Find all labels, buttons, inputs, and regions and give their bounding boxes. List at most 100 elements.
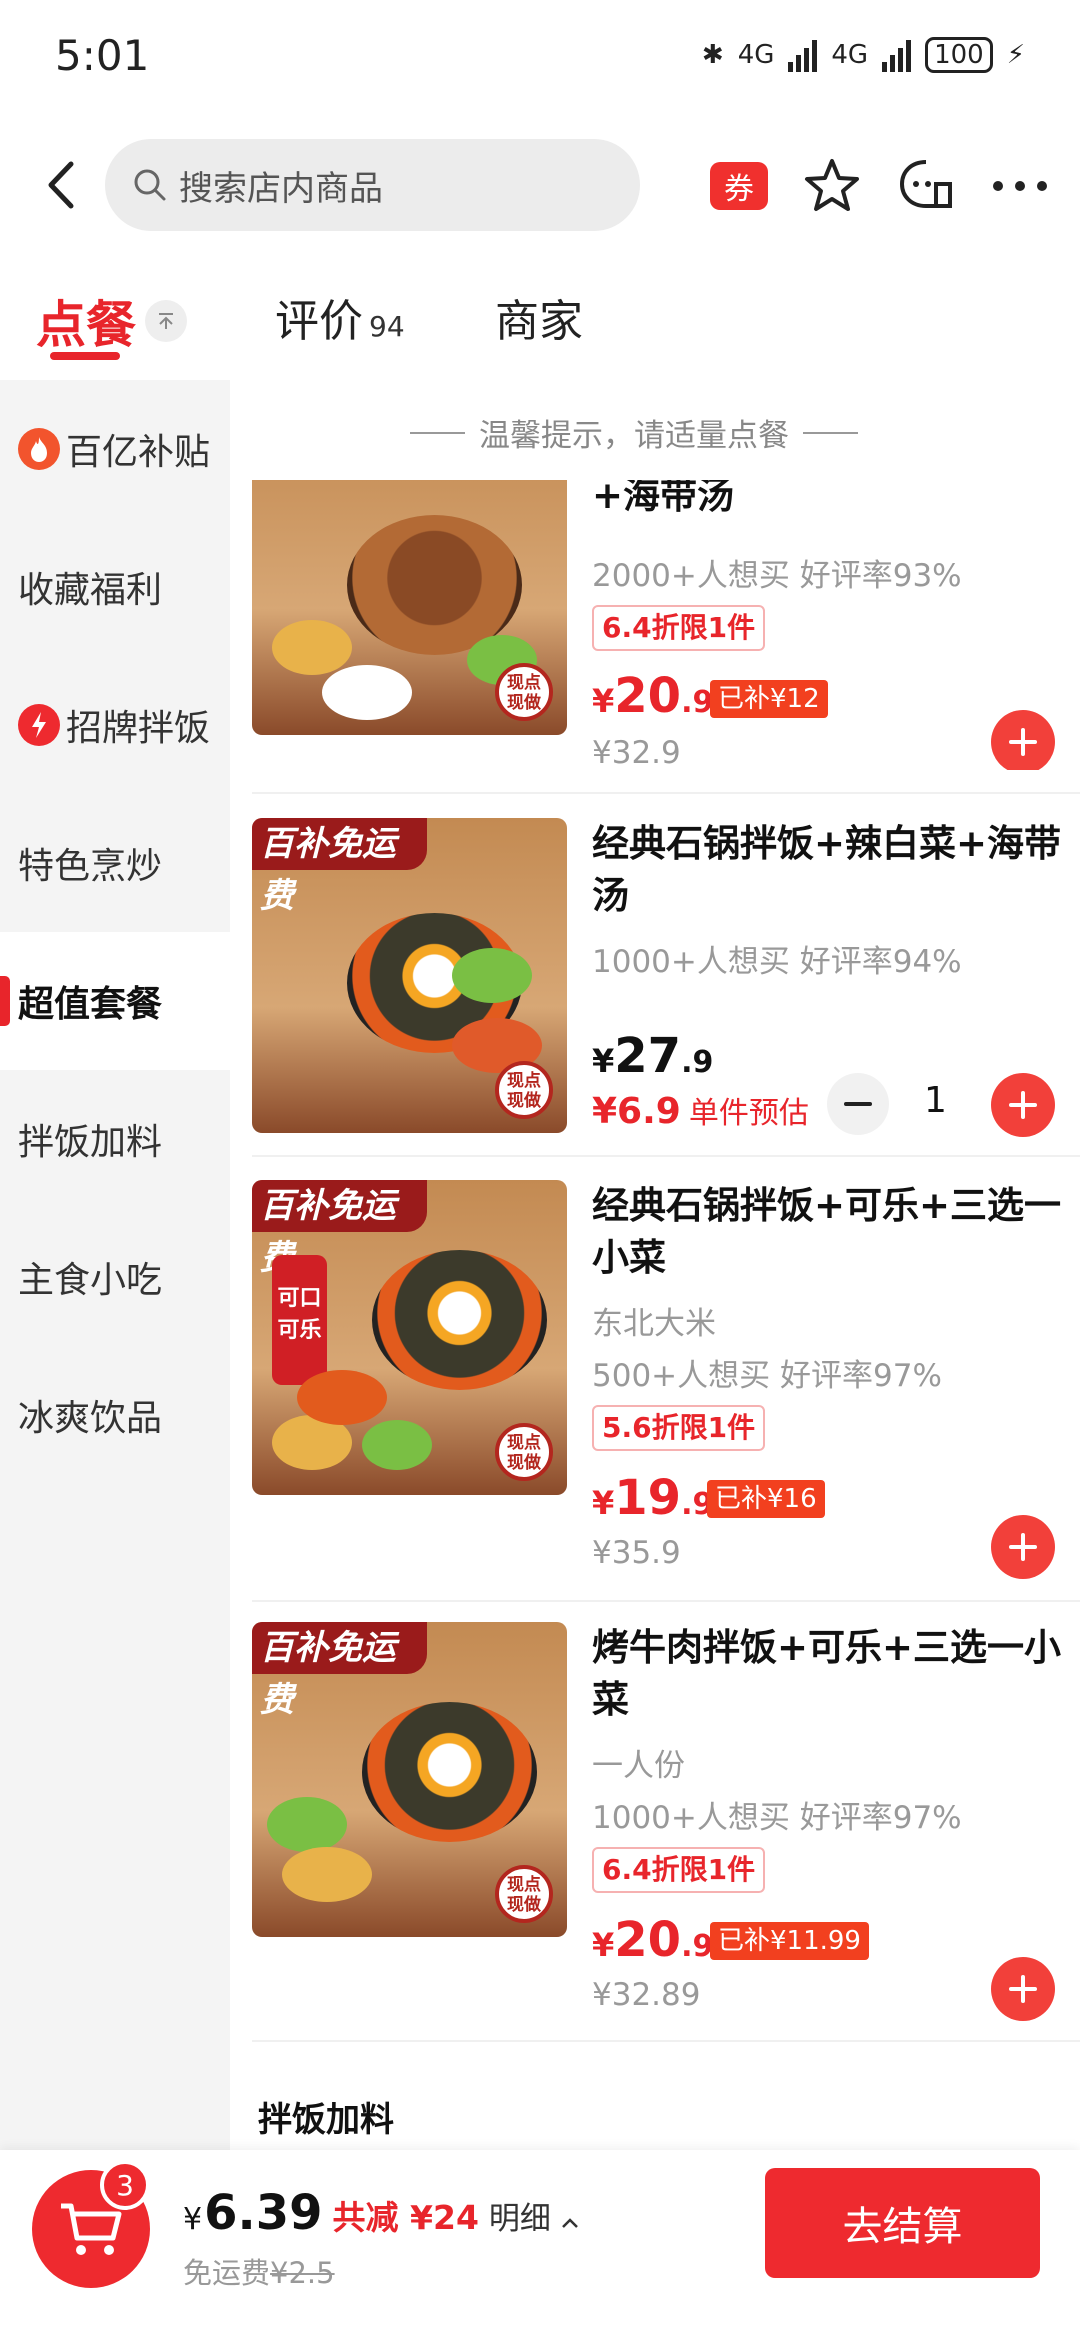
tab-reviews-count: 94 — [369, 310, 405, 343]
product-title: 烤牛肉拌饭+可乐+三选一小菜 — [592, 1626, 1062, 1721]
subsidy-badge: 已补¥11.99 — [710, 1922, 869, 1960]
sidebar-item-stirfry[interactable]: 特色烹炒 — [0, 794, 230, 932]
divider — [252, 1155, 1080, 1157]
header-actions: 券 — [710, 140, 1050, 232]
charging-icon: ⚡ — [1006, 40, 1025, 70]
favorite-star-icon[interactable] — [802, 156, 862, 216]
product-description: 东北大米 — [592, 1306, 716, 1342]
back-button[interactable] — [30, 155, 90, 215]
section-heading: 拌饭加料 — [258, 2100, 394, 2140]
store-tabs: 点餐 评价 94 商家 — [0, 270, 1080, 370]
product-sales: 1000+人想买 好评率94% — [592, 944, 962, 980]
coupon-button[interactable]: 券 — [710, 162, 768, 210]
add-to-cart-button[interactable] — [991, 710, 1055, 770]
original-price: ¥32.89 — [592, 1977, 701, 2013]
tab-merchant[interactable]: 商家 — [495, 285, 583, 349]
quantity-value: 1 — [924, 1080, 947, 1121]
fire-icon — [18, 428, 60, 470]
battery-icon: 100 — [925, 37, 993, 73]
estimated-price: ¥6.9 单件预估 — [592, 1091, 809, 1132]
free-shipping-label: 免运费 — [183, 2256, 271, 2290]
detail-label: 明细 — [488, 2201, 551, 2237]
free-shipping-note: 免运费¥2.5 — [183, 2250, 335, 2292]
product-image[interactable]: 百补免运费 可口可乐 现点现做 — [252, 1180, 567, 1495]
cart-count-badge: 3 — [100, 2160, 150, 2210]
product-card[interactable]: 百补免运费 可口可乐 现点现做 经典石锅拌饭+可乐+三选一小菜 东北大米 500… — [252, 1180, 1080, 1600]
free-shipping-banner: 百补免运费 — [252, 1622, 427, 1720]
decrease-quantity-button[interactable] — [827, 1073, 889, 1135]
product-card[interactable]: 现点现做 +海带汤 2000+人想买 好评率93% 6.4折限1件 ¥20.9 … — [252, 480, 1080, 770]
product-card[interactable]: 百补免运费 现点现做 经典石锅拌饭+辣白菜+海带汤 1000+人想买 好评率94… — [252, 818, 1080, 1148]
detail-toggle[interactable]: 明细 — [489, 2193, 579, 2238]
minus-icon — [844, 1102, 872, 1106]
divider — [252, 792, 1080, 794]
sidebar-item-label: 招牌拌饭 — [66, 708, 211, 749]
product-card[interactable]: 百补免运费 现点现做 烤牛肉拌饭+可乐+三选一小菜 一人份 1000+人想买 好… — [252, 1622, 1080, 2042]
divider — [252, 2040, 1080, 2042]
network-label-1: 4G — [737, 40, 775, 70]
sidebar-item-addons[interactable]: 拌饭加料 — [0, 1070, 230, 1208]
search-placeholder: 搜索店内商品 — [179, 168, 383, 209]
total-currency: ¥ — [183, 2202, 203, 2237]
add-to-cart-button[interactable] — [991, 1073, 1055, 1137]
sidebar-item-signature[interactable]: 招牌拌饭 — [0, 656, 230, 794]
back-arrow-icon — [48, 161, 74, 209]
customer-service-icon[interactable] — [896, 156, 956, 216]
tab-reviews-label: 评价 — [275, 296, 363, 347]
more-icon[interactable] — [990, 176, 1050, 196]
fresh-made-seal: 现点现做 — [495, 663, 553, 721]
status-icons: ✱ 4G 4G 100 ⚡ — [702, 37, 1025, 73]
product-price: ¥27.9 — [592, 1028, 714, 1084]
fresh-made-seal: 现点现做 — [495, 1423, 553, 1481]
order-tip: 温馨提示，请适量点餐 — [410, 410, 858, 455]
product-description: 一人份 — [592, 1748, 685, 1784]
add-to-cart-button[interactable] — [991, 1957, 1055, 2021]
status-bar: 5:01 ✱ 4G 4G 100 ⚡ — [0, 0, 1080, 110]
product-title: 经典石锅拌饭+辣白菜+海带汤 — [592, 822, 1062, 917]
free-shipping-banner: 百补免运费 — [252, 818, 427, 916]
cart-bar: 3 ¥ 6.39 共减 ¥24 明细 免运费¥2.5 去结算 — [0, 2150, 1080, 2340]
search-input[interactable]: 搜索店内商品 — [105, 139, 640, 231]
tip-text: 温馨提示，请适量点餐 — [479, 418, 789, 454]
lightning-icon — [18, 704, 60, 746]
collapse-icon[interactable] — [145, 300, 187, 342]
signal-icon-1 — [788, 38, 818, 72]
sidebar-item-drinks[interactable]: 冰爽饮品 — [0, 1346, 230, 1484]
checkout-button[interactable]: 去结算 — [765, 2168, 1040, 2278]
product-title: +海带汤 — [592, 480, 735, 517]
shipping-original-fee: ¥2.5 — [270, 2256, 335, 2290]
subsidy-badge: 已补¥12 — [710, 680, 828, 718]
product-image[interactable]: 百补免运费 现点现做 — [252, 818, 567, 1133]
plus-icon — [1009, 1533, 1037, 1561]
product-sales: 1000+人想买 好评率97% — [592, 1800, 962, 1836]
product-sales: 500+人想买 好评率97% — [592, 1358, 942, 1394]
discount-badge: 6.4折限1件 — [592, 1847, 766, 1893]
category-sidebar: 百亿补贴 收藏福利 招牌拌饭 特色烹炒 超值套餐 拌饭加料 主食小吃 冰爽饮品 — [0, 380, 230, 2150]
plus-icon — [1009, 1975, 1037, 2003]
plus-icon — [1009, 728, 1037, 756]
original-price: ¥35.9 — [592, 1535, 681, 1571]
product-price: ¥19.9 — [592, 1470, 714, 1526]
product-image[interactable]: 百补免运费 现点现做 — [252, 1622, 567, 1937]
total-value: 6.39 — [204, 2185, 323, 2241]
sidebar-item-favorites[interactable]: 收藏福利 — [0, 518, 230, 656]
product-price: ¥20.9 — [592, 668, 714, 724]
tab-order[interactable]: 点餐 — [36, 285, 136, 357]
product-price: ¥20.9 — [592, 1912, 714, 1968]
bluetooth-icon: ✱ — [701, 40, 724, 70]
search-icon — [134, 169, 166, 201]
sidebar-item-snacks[interactable]: 主食小吃 — [0, 1208, 230, 1346]
shopping-cart-icon — [61, 2203, 122, 2255]
store-header: 搜索店内商品 券 — [0, 130, 1080, 240]
product-title: 经典石锅拌饭+可乐+三选一小菜 — [592, 1184, 1062, 1279]
product-image[interactable]: 现点现做 — [252, 480, 567, 735]
sidebar-item-subsidy[interactable]: 百亿补贴 — [0, 380, 230, 518]
tab-reviews[interactable]: 评价 94 — [275, 285, 405, 349]
fresh-made-seal: 现点现做 — [495, 1061, 553, 1119]
add-to-cart-button[interactable] — [991, 1515, 1055, 1579]
network-label-2: 4G — [831, 40, 869, 70]
plus-icon — [1009, 1091, 1037, 1119]
product-sales: 2000+人想买 好评率93% — [592, 558, 962, 594]
original-price: ¥32.9 — [592, 735, 681, 770]
sidebar-item-combo[interactable]: 超值套餐 — [0, 932, 230, 1070]
